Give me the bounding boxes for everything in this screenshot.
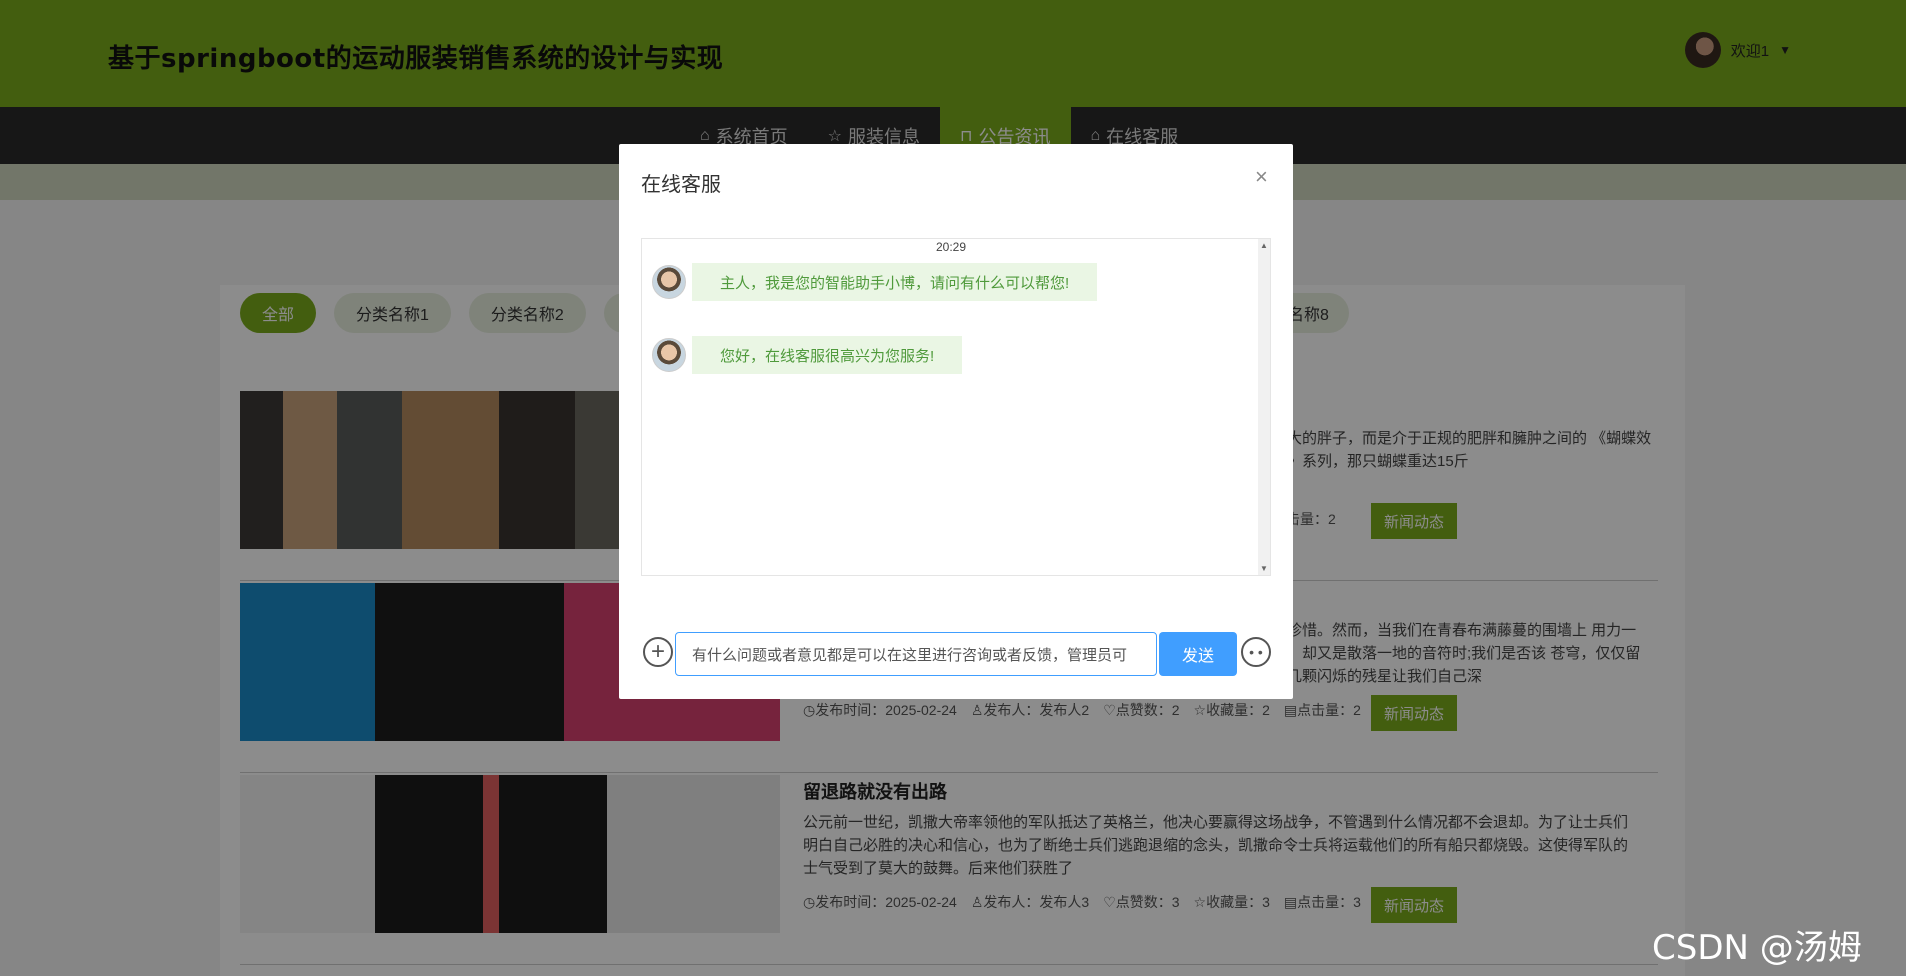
plus-icon[interactable]: +: [643, 637, 673, 667]
chat-message: 您好，在线客服很高兴为您服务!: [652, 336, 963, 374]
message-input[interactable]: [675, 632, 1157, 676]
agent-avatar: [652, 338, 686, 372]
chat-scrollbar[interactable]: ▲ ▼: [1258, 239, 1270, 575]
agent-avatar: [652, 265, 686, 299]
close-icon[interactable]: ×: [1255, 164, 1268, 190]
message-bubble: 主人，我是您的智能助手小博，请问有什么可以帮您!: [692, 263, 1098, 301]
chat-message: 主人，我是您的智能助手小博，请问有什么可以帮您!: [652, 263, 1098, 301]
chat-dialog: 在线客服 × 20:29 主人，我是您的智能助手小博，请问有什么可以帮您! 您好…: [619, 144, 1293, 699]
chat-timestamp: 20:29: [935, 240, 967, 254]
dialog-title: 在线客服: [641, 174, 721, 196]
emoji-icon[interactable]: • •: [1241, 637, 1271, 667]
chat-history[interactable]: 20:29 主人，我是您的智能助手小博，请问有什么可以帮您! 您好，在线客服很高…: [641, 238, 1271, 576]
send-button[interactable]: 发送: [1159, 632, 1237, 676]
scroll-up-icon[interactable]: ▲: [1260, 241, 1268, 250]
watermark: CSDN @汤姆: [1652, 928, 1862, 968]
scroll-down-icon[interactable]: ▼: [1260, 564, 1268, 573]
message-bubble: 您好，在线客服很高兴为您服务!: [692, 336, 963, 374]
